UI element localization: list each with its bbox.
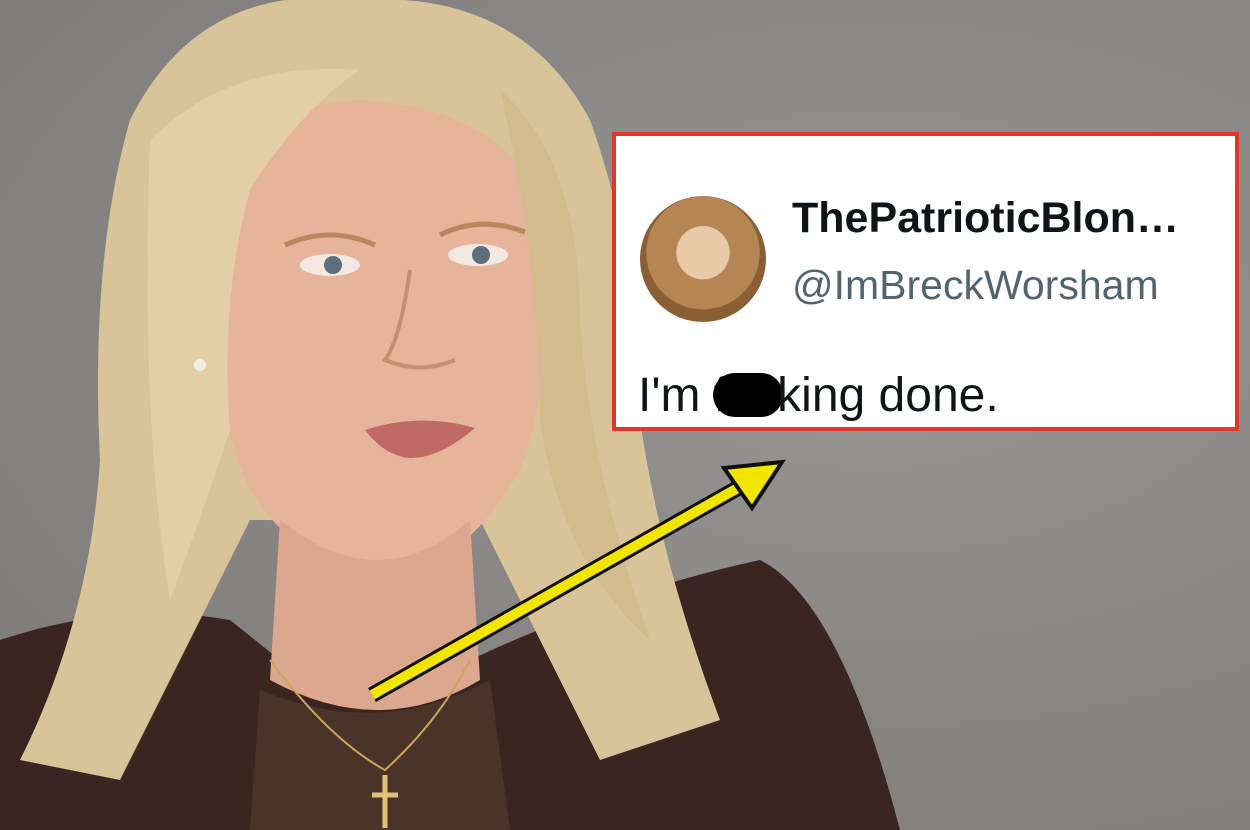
yellow-arrow-icon <box>368 459 786 702</box>
